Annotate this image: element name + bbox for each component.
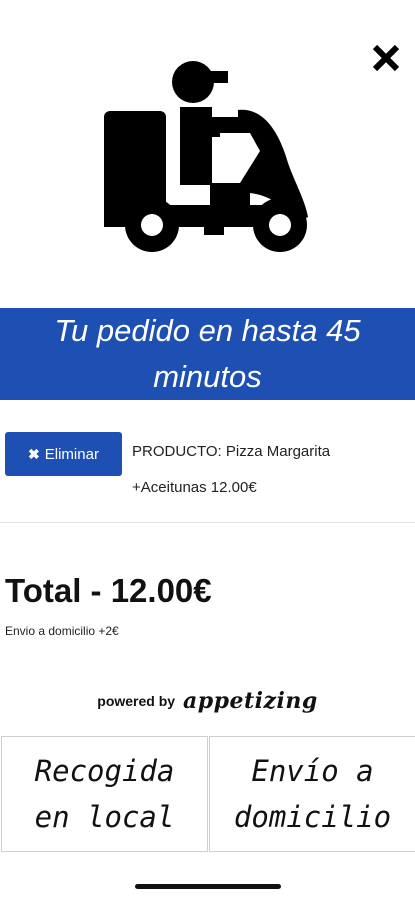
cart-item: ✖ Eliminar PRODUCTO: Pizza Margarita +Ac… bbox=[0, 432, 415, 506]
delivery-option-label: Envío a domicilio bbox=[233, 754, 392, 834]
close-button[interactable] bbox=[366, 38, 406, 78]
remove-item-button[interactable]: ✖ Eliminar bbox=[5, 432, 122, 476]
order-total: Total - 12.00€ bbox=[5, 572, 212, 609]
brand-logo: appetizing bbox=[182, 688, 318, 714]
divider bbox=[0, 522, 415, 523]
powered-by: powered by appetizing bbox=[0, 688, 415, 714]
remove-item-label: Eliminar bbox=[44, 445, 99, 463]
delivery-option-button[interactable]: Envío a domicilio bbox=[209, 736, 415, 852]
close-icon bbox=[372, 44, 400, 72]
home-indicator bbox=[135, 884, 281, 889]
cart-item-extras: +Aceitunas 12.00€ bbox=[132, 479, 257, 496]
pickup-option-label: Recogida en local bbox=[34, 754, 175, 834]
delivery-scooter-icon bbox=[100, 55, 320, 265]
powered-by-label: powered by bbox=[97, 693, 176, 709]
x-icon: ✖ bbox=[28, 445, 40, 462]
delivery-time-message: Tu pedido en hasta 45 minutos bbox=[54, 313, 361, 394]
delivery-time-banner: Tu pedido en hasta 45 minutos bbox=[0, 308, 415, 400]
pickup-option-button[interactable]: Recogida en local bbox=[1, 736, 208, 852]
shipping-note: Envio a domicilio +2€ bbox=[5, 624, 119, 638]
cart-item-product: PRODUCTO: Pizza Margarita bbox=[132, 443, 331, 460]
